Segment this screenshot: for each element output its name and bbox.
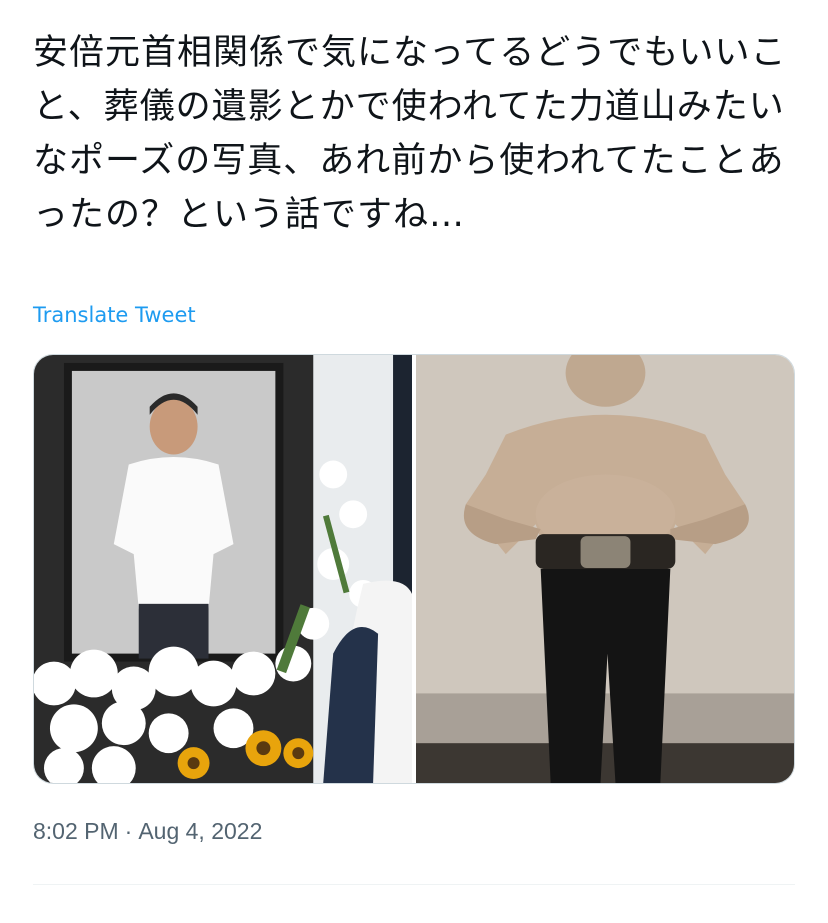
wrestler-portrait-image xyxy=(416,355,794,783)
divider xyxy=(33,884,795,885)
tweet-photo-funeral-portrait[interactable] xyxy=(34,355,412,783)
funeral-portrait-image xyxy=(34,355,412,783)
timestamp-separator: · xyxy=(124,818,133,844)
tweet-text: 安倍元首相関係で気になってるどうでもいいこと、葬儀の遺影とかで使われてた力道山み… xyxy=(33,33,787,235)
tweet-timestamp[interactable]: 8:02 PM · Aug 4, 2022 xyxy=(33,818,262,845)
tweet-media-grid xyxy=(33,354,795,784)
tweet-date: Aug 4, 2022 xyxy=(138,818,263,844)
translate-tweet-link[interactable]: Translate Tweet xyxy=(33,303,196,327)
tweet-time: 8:02 PM xyxy=(33,818,119,844)
tweet-photo-wrestler-portrait[interactable] xyxy=(416,355,794,783)
